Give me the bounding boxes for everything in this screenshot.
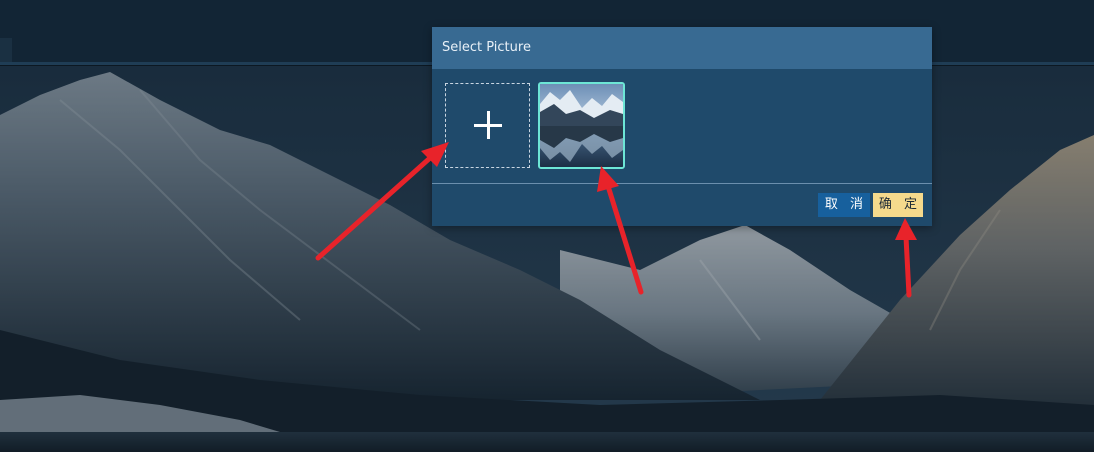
- dialog-title: Select Picture: [442, 40, 531, 55]
- cancel-button[interactable]: 取 消: [818, 193, 870, 217]
- top-bar-tab-stub: [0, 38, 12, 62]
- dialog-footer-divider: [432, 183, 932, 184]
- select-picture-dialog: Select Picture 取 消 确 定: [432, 27, 932, 226]
- add-picture-button[interactable]: [445, 83, 530, 168]
- confirm-button[interactable]: 确 定: [873, 193, 923, 217]
- dialog-header: Select Picture: [432, 27, 932, 69]
- app-window: Select Picture 取 消 确 定: [0, 0, 1094, 452]
- mountain-lake-thumbnail-image: [540, 84, 623, 167]
- picture-thumbnail-selected[interactable]: [538, 82, 625, 169]
